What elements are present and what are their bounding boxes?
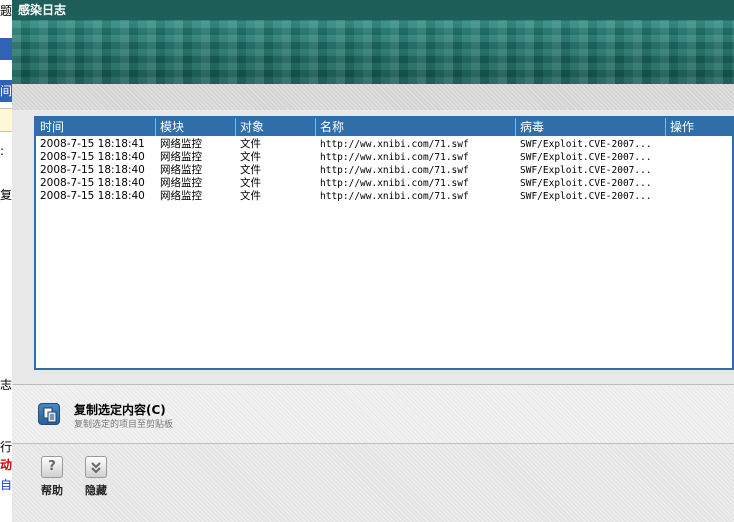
- cell-module: 网络监控: [160, 190, 202, 202]
- copy-icon-glyph: [43, 407, 57, 423]
- hide-button[interactable]: 隐藏: [76, 456, 116, 500]
- background-panel: [0, 38, 12, 60]
- background-text: 行: [0, 440, 13, 454]
- table-row[interactable]: 2008-7-15 18:18:41 网络监控 文件 http://ww.xni…: [36, 138, 732, 151]
- cell-time: 2008-7-15 18:18:40: [40, 177, 145, 189]
- column-header-name[interactable]: 名称: [316, 118, 516, 136]
- cell-module: 网络监控: [160, 151, 202, 163]
- cell-object: 文件: [240, 164, 261, 176]
- cell-name: http://ww.xnibi.com/71.swf: [320, 191, 469, 202]
- column-header-action[interactable]: 操作: [666, 118, 734, 136]
- cell-module: 网络监控: [160, 138, 202, 150]
- column-header-object[interactable]: 对象: [236, 118, 316, 136]
- background-text: 志: [0, 378, 13, 392]
- background-panel: [0, 108, 12, 132]
- infection-log-window: 感染日志 时间 模块 对象 名称 病毒 操作 2008-7-15 18:18:4…: [12, 0, 734, 522]
- table-row[interactable]: 2008-7-15 18:18:40 网络监控 文件 http://ww.xni…: [36, 164, 732, 177]
- column-header-module[interactable]: 模块: [156, 118, 236, 136]
- cell-time: 2008-7-15 18:18:40: [40, 164, 145, 176]
- cell-name: http://ww.xnibi.com/71.swf: [320, 165, 469, 176]
- help-button[interactable]: ? 帮助: [32, 456, 72, 500]
- header-banner: [12, 20, 734, 84]
- chevron-down-icon: [85, 456, 107, 478]
- log-list[interactable]: 时间 模块 对象 名称 病毒 操作 2008-7-15 18:18:41 网络监…: [34, 116, 734, 370]
- column-header-virus[interactable]: 病毒: [516, 118, 666, 136]
- cell-virus: SWF/Exploit.CVE-2007...: [520, 191, 652, 202]
- cell-object: 文件: [240, 177, 261, 189]
- bottom-toolbar: [12, 444, 734, 522]
- cell-object: 文件: [240, 138, 261, 150]
- background-text: 复: [0, 188, 13, 202]
- cell-virus: SWF/Exploit.CVE-2007...: [520, 152, 652, 163]
- help-label: 帮助: [41, 484, 63, 497]
- cell-time: 2008-7-15 18:18:40: [40, 151, 145, 163]
- table-row[interactable]: 2008-7-15 18:18:40 网络监控 文件 http://ww.xni…: [36, 190, 732, 203]
- background-text: 题: [0, 4, 13, 18]
- cell-virus: SWF/Exploit.CVE-2007...: [520, 178, 652, 189]
- list-header: 时间 模块 对象 名称 病毒 操作: [36, 118, 734, 136]
- cell-module: 网络监控: [160, 177, 202, 189]
- copy-selected-button[interactable]: 复制选定内容(C): [74, 401, 166, 418]
- cell-module: 网络监控: [160, 164, 202, 176]
- cell-time: 2008-7-15 18:18:40: [40, 190, 145, 202]
- copy-selected-description: 复制选定的项目至剪贴板: [74, 420, 174, 430]
- copy-icon[interactable]: [38, 403, 60, 425]
- cell-name: http://ww.xnibi.com/71.swf: [320, 178, 469, 189]
- cell-object: 文件: [240, 190, 261, 202]
- cell-name: http://ww.xnibi.com/71.swf: [320, 152, 469, 163]
- cell-time: 2008-7-15 18:18:41: [40, 138, 145, 150]
- hide-label: 隐藏: [85, 484, 107, 497]
- cell-virus: SWF/Exploit.CVE-2007...: [520, 139, 652, 150]
- toolbar-band: [12, 84, 734, 110]
- background-text: 间: [0, 84, 13, 98]
- background-text: 动: [0, 458, 13, 472]
- cell-object: 文件: [240, 151, 261, 163]
- cell-name: http://ww.xnibi.com/71.swf: [320, 139, 469, 150]
- background-text: :: [0, 144, 5, 158]
- background-text: 自: [0, 478, 13, 492]
- window-title[interactable]: 感染日志: [12, 0, 734, 20]
- column-header-time[interactable]: 时间: [36, 118, 156, 136]
- cell-virus: SWF/Exploit.CVE-2007...: [520, 165, 652, 176]
- table-row[interactable]: 2008-7-15 18:18:40 网络监控 文件 http://ww.xni…: [36, 177, 732, 190]
- table-row[interactable]: 2008-7-15 18:18:40 网络监控 文件 http://ww.xni…: [36, 151, 732, 164]
- help-icon: ?: [41, 456, 63, 478]
